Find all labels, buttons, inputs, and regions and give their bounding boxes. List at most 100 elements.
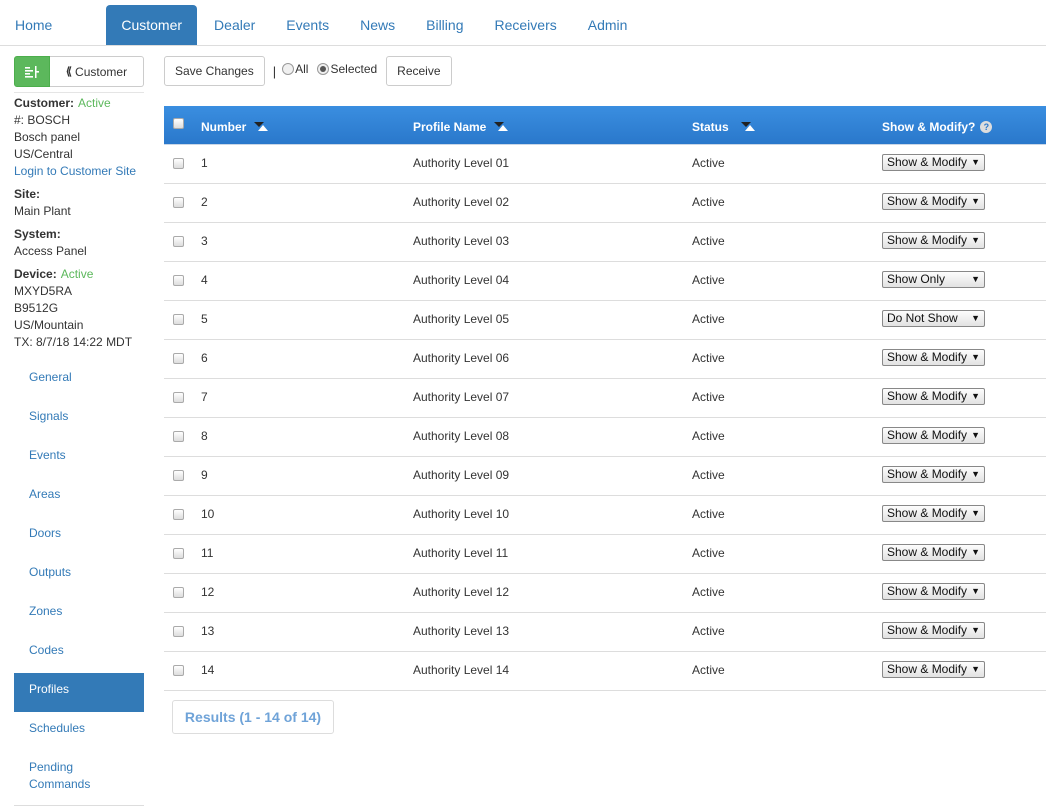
nav-events[interactable]: Events bbox=[271, 5, 344, 45]
nav-dealer[interactable]: Dealer bbox=[199, 5, 270, 45]
column-number[interactable]: Number bbox=[201, 120, 269, 134]
nav-billing[interactable]: Billing bbox=[411, 5, 478, 45]
row-checkbox[interactable] bbox=[173, 236, 184, 247]
sidebar-item-areas[interactable]: Areas bbox=[14, 478, 144, 517]
radio-all-label: All bbox=[295, 61, 309, 76]
row-checkbox[interactable] bbox=[173, 431, 184, 442]
row-checkbox[interactable] bbox=[173, 158, 184, 169]
dropdown-caret-icon: ▼ bbox=[971, 586, 980, 596]
radio-selected[interactable]: Selected bbox=[317, 62, 377, 76]
dropdown-caret-icon: ▼ bbox=[971, 274, 980, 284]
show-modify-select[interactable]: Show & Modify ▼ bbox=[882, 622, 985, 639]
row-status: Active bbox=[692, 351, 725, 365]
site-name: Main Plant bbox=[14, 204, 71, 218]
radio-all-circle[interactable] bbox=[282, 62, 295, 75]
row-checkbox[interactable] bbox=[173, 275, 184, 286]
show-modify-select[interactable]: Show & Modify ▼ bbox=[882, 661, 985, 678]
row-status: Active bbox=[692, 468, 725, 482]
show-modify-select[interactable]: Show & Modify ▼ bbox=[882, 544, 985, 561]
nav-news[interactable]: News bbox=[345, 5, 410, 45]
row-number: 4 bbox=[201, 273, 208, 287]
column-status[interactable]: Status bbox=[692, 120, 755, 134]
radio-selected-circle[interactable] bbox=[317, 62, 330, 75]
dropdown-caret-icon: ▼ bbox=[971, 196, 980, 206]
sidebar-item-codes[interactable]: Codes bbox=[14, 634, 144, 673]
show-modify-select[interactable]: Show & Modify ▼ bbox=[882, 388, 985, 405]
table-row: 8 Authority Level 08 Active Show & Modify ▼ bbox=[164, 418, 1046, 457]
select-all-checkbox[interactable] bbox=[173, 118, 184, 129]
show-modify-select[interactable]: Do Not Show ▼ bbox=[882, 310, 985, 327]
row-checkbox[interactable] bbox=[173, 353, 184, 364]
row-checkbox[interactable] bbox=[173, 626, 184, 637]
nav-receivers[interactable]: Receivers bbox=[479, 5, 571, 45]
show-modify-select[interactable]: Show & Modify ▼ bbox=[882, 154, 985, 171]
nav-customer[interactable]: Customer bbox=[106, 5, 198, 45]
sidebar-item-doors[interactable]: Doors bbox=[14, 517, 144, 556]
row-checkbox[interactable] bbox=[173, 197, 184, 208]
sidebar-item-general[interactable]: General bbox=[14, 361, 144, 400]
panel-layout-button[interactable] bbox=[14, 56, 50, 87]
show-modify-select[interactable]: Show & Modify ▼ bbox=[882, 505, 985, 522]
row-number: 9 bbox=[201, 468, 208, 482]
dropdown-caret-icon: ▼ bbox=[971, 157, 980, 167]
show-modify-select[interactable]: Show & Modify ▼ bbox=[882, 193, 985, 210]
sidebar-item-pending-commands[interactable]: Pending Commands bbox=[14, 751, 114, 806]
show-modify-select[interactable]: Show Only ▼ bbox=[882, 271, 985, 288]
show-modify-select[interactable]: Show & Modify ▼ bbox=[882, 232, 985, 249]
table-row: 6 Authority Level 06 Active Show & Modify ▼ bbox=[164, 340, 1046, 379]
row-profile-name: Authority Level 14 bbox=[413, 663, 510, 677]
sidebar-item-zones[interactable]: Zones bbox=[14, 595, 144, 634]
question-circle-icon[interactable]: ? bbox=[980, 121, 993, 133]
table-body: 1 Authority Level 01 Active Show & Modify ▼ 2… bbox=[164, 145, 1046, 691]
sidebar-item-profiles[interactable]: Profiles bbox=[14, 673, 144, 712]
table-row: 1 Authority Level 01 Active Show & Modify ▼ bbox=[164, 145, 1046, 184]
row-number: 8 bbox=[201, 429, 208, 443]
dropdown-caret-icon: ▼ bbox=[971, 547, 980, 557]
login-customer-site-link[interactable]: Login to Customer Site bbox=[14, 163, 144, 180]
row-checkbox[interactable] bbox=[173, 509, 184, 520]
receive-button[interactable]: Receive bbox=[386, 56, 452, 86]
show-modify-select[interactable]: Show & Modify ▼ bbox=[882, 349, 985, 366]
device-id: MXYD5RA bbox=[14, 284, 73, 298]
customer-button[interactable]: ⟪ Customer bbox=[50, 56, 144, 87]
sidebar-item-signals[interactable]: Signals bbox=[14, 400, 144, 439]
table-row: 9 Authority Level 09 Active Show & Modify ▼ bbox=[164, 457, 1046, 496]
sort-icon[interactable] bbox=[254, 122, 269, 132]
row-profile-name: Authority Level 05 bbox=[413, 312, 510, 326]
sort-icon[interactable] bbox=[740, 122, 755, 132]
row-number: 7 bbox=[201, 390, 208, 404]
column-profile-name[interactable]: Profile Name bbox=[413, 120, 509, 134]
sidebar-item-schedules[interactable]: Schedules bbox=[14, 712, 144, 751]
row-checkbox[interactable] bbox=[173, 314, 184, 325]
sidebar-item-events[interactable]: Events bbox=[14, 439, 144, 478]
nav-home[interactable]: Home bbox=[0, 5, 67, 45]
show-modify-value: Show & Modify bbox=[887, 233, 968, 247]
row-checkbox[interactable] bbox=[173, 665, 184, 676]
nav-admin[interactable]: Admin bbox=[573, 5, 643, 45]
show-modify-select[interactable]: Show & Modify ▼ bbox=[882, 466, 985, 483]
column-show-modify-label: Show & Modify? bbox=[882, 120, 976, 134]
row-checkbox[interactable] bbox=[173, 587, 184, 598]
radio-all[interactable]: All bbox=[282, 62, 308, 76]
show-modify-select[interactable]: Show & Modify ▼ bbox=[882, 427, 985, 444]
sidebar-item-outputs[interactable]: Outputs bbox=[14, 556, 144, 595]
column-profile-name-label: Profile Name bbox=[413, 120, 487, 134]
customer-label: Customer: bbox=[14, 96, 75, 110]
row-checkbox[interactable] bbox=[173, 392, 184, 403]
table-row: 12 Authority Level 12 Active Show & Modify ▼ bbox=[164, 574, 1046, 613]
row-number: 3 bbox=[201, 234, 208, 248]
table-row: 2 Authority Level 02 Active Show & Modify ▼ bbox=[164, 184, 1046, 223]
show-modify-select[interactable]: Show & Modify ▼ bbox=[882, 583, 985, 600]
row-number: 6 bbox=[201, 351, 208, 365]
row-status: Active bbox=[692, 156, 725, 170]
save-changes-button[interactable]: Save Changes bbox=[164, 56, 265, 86]
table-row: 7 Authority Level 07 Active Show & Modify ▼ bbox=[164, 379, 1046, 418]
sort-icon[interactable] bbox=[494, 122, 509, 132]
show-modify-value: Show & Modify bbox=[887, 428, 968, 442]
row-checkbox[interactable] bbox=[173, 470, 184, 481]
row-checkbox[interactable] bbox=[173, 548, 184, 559]
table-row: 10 Authority Level 10 Active Show & Modify ▼ bbox=[164, 496, 1046, 535]
show-modify-value: Do Not Show bbox=[887, 311, 958, 325]
row-number: 1 bbox=[201, 156, 208, 170]
row-profile-name: Authority Level 01 bbox=[413, 156, 510, 170]
